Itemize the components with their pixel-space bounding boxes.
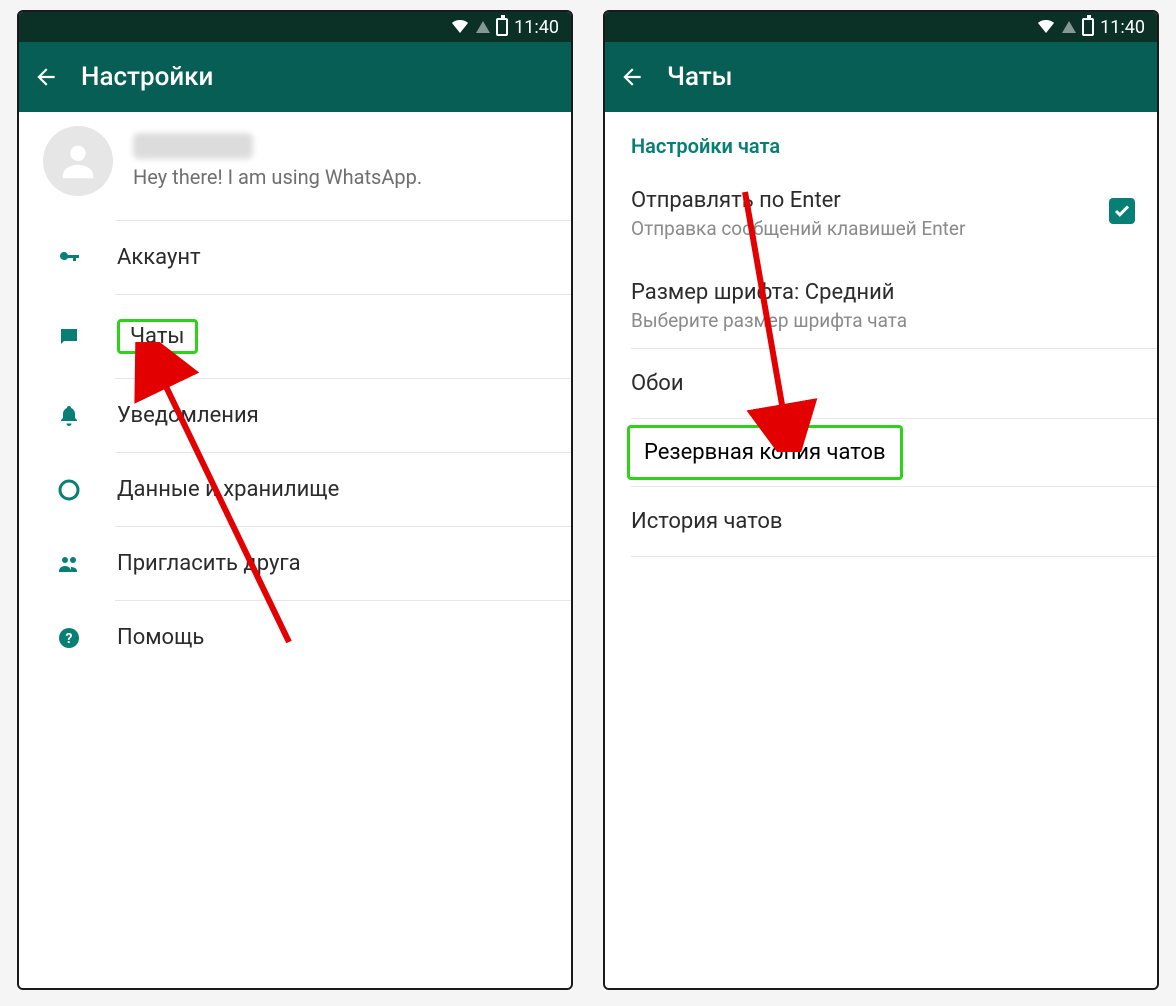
profile-status: Hey there! I am using WhatsApp.: [133, 165, 551, 189]
back-button[interactable]: [619, 64, 645, 90]
setting-label: Резервная копия чатов: [644, 440, 886, 465]
divider: [631, 418, 1157, 419]
status-time: 11:40: [1100, 17, 1145, 38]
bell-icon: [55, 404, 83, 428]
avatar: [43, 126, 113, 196]
signal-icon: [476, 21, 490, 33]
divider: [631, 556, 1157, 557]
status-time: 11:40: [514, 17, 559, 38]
menu-label: Чаты: [130, 324, 185, 349]
section-header: Настройки чата: [605, 112, 1157, 172]
menu-label: Пригласить друга: [117, 551, 301, 576]
battery-icon: [1082, 18, 1094, 36]
setting-backup-highlighted[interactable]: Резервная копия чатов: [627, 425, 903, 480]
setting-subtitle: Отправка сообщений клавишей Enter: [631, 217, 1093, 240]
svg-text:?: ?: [66, 631, 73, 647]
setting-subtitle: Выберите размер шрифта чата: [631, 309, 1135, 332]
settings-content: Hey there! I am using WhatsApp. Аккаунт …: [19, 112, 571, 988]
setting-enter-to-send[interactable]: Отправлять по Enter Отправка сообщений к…: [605, 172, 1157, 256]
profile-row[interactable]: Hey there! I am using WhatsApp.: [19, 112, 571, 220]
key-icon: [55, 246, 83, 270]
menu-label: Данные и хранилище: [117, 477, 339, 502]
phone-right: 11:40 Чаты Настройки чата Отправлять по …: [603, 10, 1159, 990]
profile-name-blurred: [133, 133, 253, 159]
wifi-icon: [450, 19, 470, 35]
menu-item-help[interactable]: ? Помощь: [19, 601, 571, 674]
menu-label-highlighted: Чаты: [117, 319, 198, 354]
chats-settings-content: Настройки чата Отправлять по Enter Отпра…: [605, 112, 1157, 988]
phone-left: 11:40 Настройки Hey there! I am using Wh…: [17, 10, 573, 990]
signal-icon: [1062, 21, 1076, 33]
app-bar: Настройки: [19, 42, 571, 112]
menu-label: Аккаунт: [117, 245, 201, 270]
menu-item-notifications[interactable]: Уведомления: [19, 379, 571, 452]
help-icon: ?: [55, 626, 83, 650]
app-bar: Чаты: [605, 42, 1157, 112]
people-icon: [55, 552, 83, 576]
setting-wallpaper[interactable]: Обои: [605, 349, 1157, 418]
menu-item-data[interactable]: Данные и хранилище: [19, 453, 571, 526]
page-title: Чаты: [667, 62, 733, 92]
setting-title: Размер шрифта: Средний: [631, 280, 1135, 305]
back-button[interactable]: [33, 64, 59, 90]
checkbox-checked[interactable]: [1109, 198, 1135, 224]
setting-font-size[interactable]: Размер шрифта: Средний Выберите размер ш…: [605, 256, 1157, 348]
menu-item-chats[interactable]: Чаты: [19, 295, 571, 378]
page-title: Настройки: [81, 62, 213, 92]
setting-label: Обои: [631, 371, 684, 396]
setting-title: Отправлять по Enter: [631, 188, 1093, 213]
menu-label: Помощь: [117, 625, 204, 650]
setting-label: История чатов: [631, 509, 783, 534]
menu-label: Уведомления: [117, 403, 259, 428]
battery-icon: [496, 18, 508, 36]
profile-texts: Hey there! I am using WhatsApp.: [133, 133, 551, 189]
menu-item-invite[interactable]: Пригласить друга: [19, 527, 571, 600]
chat-icon: [55, 325, 83, 349]
status-bar: 11:40: [19, 12, 571, 42]
menu-item-account[interactable]: Аккаунт: [19, 221, 571, 294]
data-icon: [55, 478, 83, 502]
setting-history[interactable]: История чатов: [605, 487, 1157, 556]
status-bar: 11:40: [605, 12, 1157, 42]
wifi-icon: [1036, 19, 1056, 35]
